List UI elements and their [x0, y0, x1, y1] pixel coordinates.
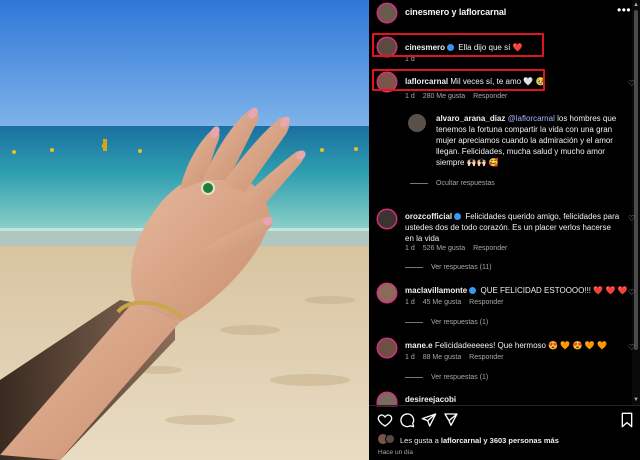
comment-avatar[interactable] [378, 393, 396, 405]
scroll-down-arrow-icon[interactable]: ▼ [633, 397, 639, 403]
caption-highlight-box [372, 33, 544, 57]
comment-likes[interactable]: 526 Me gusta [423, 245, 465, 252]
comment-text: Felicidadeeeees! Que hermoso [434, 341, 546, 350]
reply-button[interactable]: Responder [469, 299, 503, 306]
comment-meta: 1 d 88 Me gusta Responder [405, 354, 509, 361]
comment-meta: 1 d 280 Me gusta Responder [405, 93, 513, 100]
post-author-names[interactable]: cinesmero y laflorcarnal [405, 7, 506, 17]
view-replies-button[interactable]: Ver respuestas (1) [405, 374, 488, 381]
caption-time: 1 d [405, 56, 415, 63]
verified-badge-icon [469, 287, 477, 294]
scroll-up-arrow-icon[interactable]: ▲ [633, 2, 639, 8]
comment-meta: 1 d 526 Me gusta Responder [405, 245, 513, 252]
post-timestamp: Hace un día [378, 449, 414, 456]
comment-likes[interactable]: 88 Me gusta [423, 354, 462, 361]
comment-mane: mane.e Felicidadeeeees! Que hermoso 😍 🧡 … [405, 340, 607, 351]
view-replies-button[interactable]: Ver respuestas (1) [405, 319, 488, 326]
beach-hand-ring-image [0, 0, 369, 460]
comment-likes[interactable]: 280 Me gusta [423, 93, 465, 100]
reply-alvaro: alvaro_arana_diaz @laflorcarnal los homb… [436, 113, 626, 168]
comment-heart-icon[interactable]: ♡ [628, 343, 635, 352]
comment-avatar[interactable] [378, 284, 396, 302]
reply-button[interactable]: Responder [473, 245, 507, 252]
likes-prefix: Les gusta a [400, 436, 439, 445]
comment-time: 1 d [405, 245, 415, 252]
hide-replies-button[interactable]: Ocultar respuestas [410, 180, 495, 187]
verified-badge-icon [454, 213, 462, 220]
comment-emoji: ❤️ ❤️ ❤️ [593, 286, 628, 295]
comment-icon[interactable] [399, 412, 415, 428]
comment-likes[interactable]: 45 Me gusta [423, 299, 462, 306]
liker-avatar [385, 434, 395, 444]
comment-emoji: 😍 🧡 😍 🧡 🧡 [548, 341, 607, 350]
reply-button[interactable]: Responder [469, 354, 503, 361]
comment-desireejacobi: desireejacobi [405, 394, 456, 405]
comment-username[interactable]: orozcofficial [405, 212, 452, 221]
action-bar-divider [369, 405, 640, 406]
post-photo [0, 0, 369, 460]
comment-heart-icon[interactable]: ♡ [628, 79, 635, 88]
reply-mention[interactable]: @laflorcarnal [508, 114, 555, 123]
comment-avatar[interactable] [378, 339, 396, 357]
comment-orozcofficial: orozcofficial Felicidades querido amigo,… [405, 211, 620, 244]
comment-time: 1 d [405, 93, 415, 100]
comment-highlight-box [372, 69, 545, 91]
likes-count[interactable]: y 3603 personas más [483, 436, 558, 445]
comment-heart-icon[interactable]: ♡ [628, 288, 635, 297]
share-icon[interactable] [421, 412, 437, 428]
comment-time: 1 d [405, 354, 415, 361]
reply-emoji: 🙌🏻🙌🏻 🥰 [466, 158, 499, 167]
heart-icon[interactable] [377, 412, 393, 428]
comment-username[interactable]: desireejacobi [405, 395, 456, 404]
comment-username[interactable]: mane.e [405, 341, 433, 350]
comment-heart-icon[interactable]: ♡ [628, 214, 635, 223]
header-avatar[interactable] [378, 4, 396, 22]
view-replies-button[interactable]: Ver respuestas (11) [405, 264, 492, 271]
comment-meta: 1 d 45 Me gusta Responder [405, 299, 509, 306]
likes-summary[interactable]: Les gusta a laflorcarnal y 3603 personas… [400, 436, 559, 445]
likes-user[interactable]: laflorcarnal [441, 436, 481, 445]
comment-avatar[interactable] [378, 210, 396, 228]
comment-username[interactable]: maclavillamonte [405, 286, 467, 295]
comment-text: QUE FELICIDAD ESTOOOO!!! [480, 286, 592, 295]
comment-maclavillamonte: maclavillamonte QUE FELICIDAD ESTOOOO!!!… [405, 285, 628, 296]
more-options-icon[interactable]: ••• [617, 3, 631, 17]
reply-avatar[interactable] [408, 114, 426, 132]
reply-button[interactable]: Responder [473, 93, 507, 100]
send-icon[interactable] [443, 412, 459, 428]
scrollbar-thumb[interactable] [634, 10, 638, 350]
reply-username[interactable]: alvaro_arana_diaz [436, 114, 505, 123]
bookmark-icon[interactable] [620, 412, 634, 428]
comment-time: 1 d [405, 299, 415, 306]
